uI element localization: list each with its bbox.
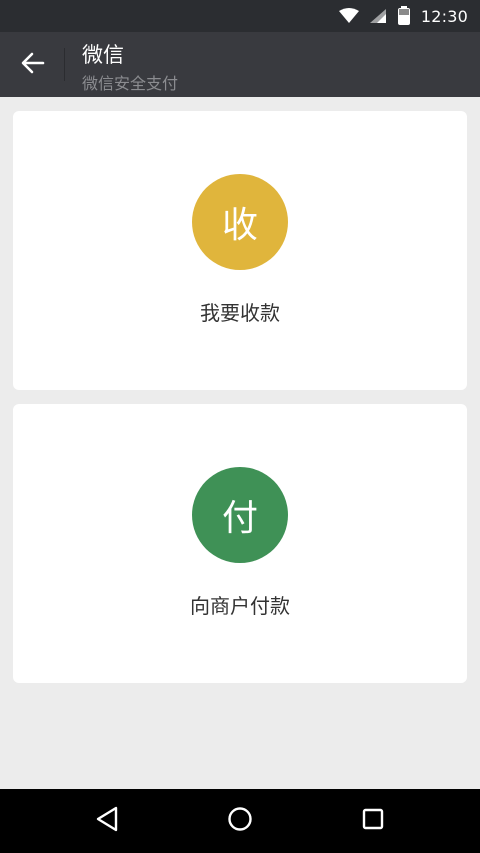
wifi-icon [338, 8, 359, 24]
pay-merchant-label: 向商户付款 [190, 594, 290, 618]
appbar-divider [64, 48, 65, 81]
back-triangle-icon [95, 806, 119, 836]
page-subtitle: 微信安全支付 [82, 74, 179, 93]
receive-payment-label: 我要收款 [200, 301, 280, 325]
status-icons: 12:30 [338, 0, 468, 32]
back-button[interactable] [8, 40, 58, 90]
back-arrow-icon [21, 52, 45, 78]
receive-icon: 收 [192, 174, 288, 270]
signal-icon [369, 8, 387, 24]
battery-icon [397, 6, 411, 26]
page-title: 微信 [82, 43, 124, 67]
nav-back-button[interactable] [82, 801, 132, 841]
status-bar: 12:30 [0, 0, 480, 32]
status-time: 12:30 [420, 6, 468, 26]
system-nav-bar [0, 789, 480, 853]
home-circle-icon [227, 806, 253, 836]
pay-merchant-card[interactable]: 付 向商户付款 [13, 404, 467, 683]
nav-home-button[interactable] [215, 801, 265, 841]
nav-recents-button[interactable] [348, 801, 398, 841]
app-bar: 微信 微信安全支付 [0, 32, 480, 97]
pay-icon: 付 [192, 467, 288, 563]
recents-square-icon [361, 807, 385, 835]
receive-payment-card[interactable]: 收 我要收款 [13, 111, 467, 390]
